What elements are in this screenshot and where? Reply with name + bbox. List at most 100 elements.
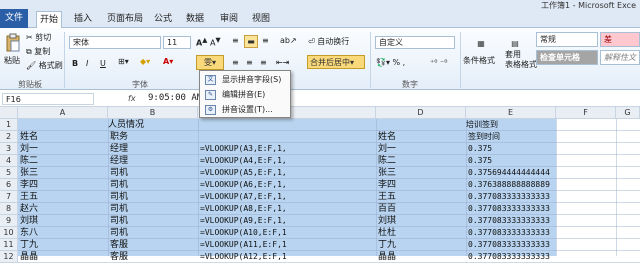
- cell-b[interactable]: 司机: [108, 191, 128, 203]
- cell-a[interactable]: 丁九: [18, 239, 38, 251]
- row-header[interactable]: 12: [0, 251, 18, 263]
- fx-icon[interactable]: fx: [128, 94, 136, 103]
- cell-b[interactable]: 司机: [108, 227, 128, 239]
- align-bottom-icon[interactable]: ≡: [262, 36, 269, 45]
- cell-a[interactable]: 李四: [18, 179, 38, 191]
- row-header[interactable]: 7: [0, 191, 18, 203]
- align-right-icon[interactable]: ≡: [260, 58, 267, 67]
- row-header[interactable]: 9: [0, 215, 18, 227]
- cell-a[interactable]: 刘琪: [18, 215, 38, 227]
- cell-a[interactable]: 陈二: [18, 155, 38, 167]
- cell-e[interactable]: 杜杜: [376, 227, 396, 239]
- paste-label[interactable]: 粘贴: [4, 55, 20, 66]
- cell-b[interactable]: 司机: [108, 179, 128, 191]
- cell-c[interactable]: =VLOOKUP(A6,E:F,1,: [198, 179, 287, 191]
- cell-c[interactable]: =VLOOKUP(A9,E:F,1,: [198, 215, 287, 227]
- cell-e[interactable]: 丁九: [376, 239, 396, 251]
- row-header[interactable]: 10: [0, 227, 18, 239]
- name-box[interactable]: F16: [2, 93, 94, 105]
- cell-f[interactable]: 0.375: [466, 143, 492, 155]
- column-header-b[interactable]: B: [108, 107, 198, 119]
- tab-insert[interactable]: 插入: [70, 11, 96, 28]
- center-icon[interactable]: ≡: [246, 58, 253, 67]
- column-header-f[interactable]: F: [556, 107, 616, 119]
- align-middle-icon[interactable]: ▬: [244, 35, 258, 48]
- cell-b[interactable]: 司机: [108, 215, 128, 227]
- wrap-text-button[interactable]: ⏎ 自动换行: [308, 36, 349, 47]
- table-format-label[interactable]: 套用 表格格式: [505, 50, 537, 70]
- column-header-g[interactable]: G: [616, 107, 640, 119]
- align-top-icon[interactable]: ≡: [232, 36, 239, 45]
- cell-a[interactable]: 王五: [18, 191, 38, 203]
- cell-c[interactable]: =VLOOKUP(A12,E:F,1: [198, 251, 287, 263]
- pinyin-button[interactable]: 雯▾: [196, 55, 224, 70]
- row-header[interactable]: 8: [0, 203, 18, 215]
- cell-b[interactable]: 客服: [108, 251, 128, 263]
- cell-f[interactable]: 0.377083333333333: [466, 215, 550, 227]
- format-painter-button[interactable]: 🖌 格式刷: [26, 60, 63, 71]
- cell-c[interactable]: =VLOOKUP(A8,E:F,1,: [198, 203, 287, 215]
- cell-e[interactable]: 张三: [376, 167, 396, 179]
- row-header[interactable]: 2: [0, 131, 18, 143]
- row-header[interactable]: 5: [0, 167, 18, 179]
- cell-f[interactable]: 培训签到: [466, 119, 498, 131]
- cell-b[interactable]: 经理: [108, 155, 128, 167]
- cell-a[interactable]: 刘一: [18, 143, 38, 155]
- menu-item-show-pinyin[interactable]: 文 显示拼音字段(S): [200, 73, 290, 87]
- cell-f[interactable]: 签到时间: [466, 131, 500, 143]
- style-check-cell[interactable]: 检查单元格: [536, 50, 598, 65]
- cut-button[interactable]: ✂ 剪切: [26, 32, 51, 43]
- cell-a[interactable]: 张三: [18, 167, 38, 179]
- cell-c[interactable]: =VLOOKUP(A7,E:F,1,: [198, 191, 287, 203]
- tab-formulas[interactable]: 公式: [150, 11, 176, 28]
- cell-f[interactable]: 0.377083333333333: [466, 239, 550, 251]
- cell-b[interactable]: 人员情况: [108, 119, 144, 131]
- cell-c[interactable]: =VLOOKUP(A11,E:F,1: [198, 239, 287, 251]
- row-header[interactable]: 1: [0, 119, 18, 131]
- column-header-d[interactable]: D: [376, 107, 466, 119]
- indent-icon[interactable]: ⇤⇥: [276, 58, 289, 67]
- cell-e[interactable]: 刘琪: [376, 215, 396, 227]
- formula-input[interactable]: 9:05:00 AM: [148, 93, 202, 103]
- column-header-e[interactable]: E: [466, 107, 556, 119]
- paste-icon[interactable]: [3, 32, 23, 54]
- cell-b[interactable]: 客服: [108, 239, 128, 251]
- cell-a[interactable]: 东八: [18, 227, 38, 239]
- cell-f[interactable]: 0.377083333333333: [466, 203, 550, 215]
- font-size-box[interactable]: 11: [163, 36, 191, 49]
- cell-e[interactable]: 姓名: [376, 131, 396, 143]
- cell-f[interactable]: 0.376388888888889: [466, 179, 550, 191]
- tab-home[interactable]: 开始: [36, 11, 62, 28]
- cell-e[interactable]: 百百: [376, 203, 396, 215]
- cell-f[interactable]: 0.375694444444444: [466, 167, 550, 179]
- align-left-icon[interactable]: ≡: [232, 58, 239, 67]
- merge-center-button[interactable]: 合并后居中 ▾: [307, 55, 365, 69]
- tab-data[interactable]: 数据: [182, 11, 208, 28]
- style-normal[interactable]: 常规: [536, 32, 598, 47]
- tab-file[interactable]: 文件: [0, 9, 28, 28]
- tab-page-layout[interactable]: 页面布局: [103, 11, 147, 28]
- number-format-box[interactable]: 自定义: [375, 36, 455, 49]
- cell-b[interactable]: 司机: [108, 203, 128, 215]
- select-all-corner[interactable]: [0, 107, 18, 119]
- row-header[interactable]: 6: [0, 179, 18, 191]
- cell-b[interactable]: 职务: [108, 131, 128, 143]
- cell-b[interactable]: 司机: [108, 167, 128, 179]
- cell-a[interactable]: 赵六: [18, 203, 38, 215]
- cell-c[interactable]: =VLOOKUP(A3,E:F,1,: [198, 143, 287, 155]
- cell-a[interactable]: 晶晶: [18, 251, 38, 263]
- cell-c[interactable]: =VLOOKUP(A5,E:F,1,: [198, 167, 287, 179]
- italic-button[interactable]: I: [86, 59, 88, 68]
- font-name-box[interactable]: 宋体: [69, 36, 161, 49]
- cell-c[interactable]: [198, 119, 200, 131]
- tab-view[interactable]: 视图: [248, 11, 274, 28]
- row-header[interactable]: 4: [0, 155, 18, 167]
- cell-e[interactable]: 陈二: [376, 155, 396, 167]
- tab-review[interactable]: 审阅: [216, 11, 242, 28]
- row-header[interactable]: 3: [0, 143, 18, 155]
- cell-e[interactable]: [376, 119, 378, 131]
- cell-c[interactable]: [198, 131, 200, 143]
- cell-c[interactable]: =VLOOKUP(A10,E:F,1: [198, 227, 287, 239]
- cell-b[interactable]: 经理: [108, 143, 128, 155]
- copy-button[interactable]: ⧉ 复制: [26, 46, 50, 57]
